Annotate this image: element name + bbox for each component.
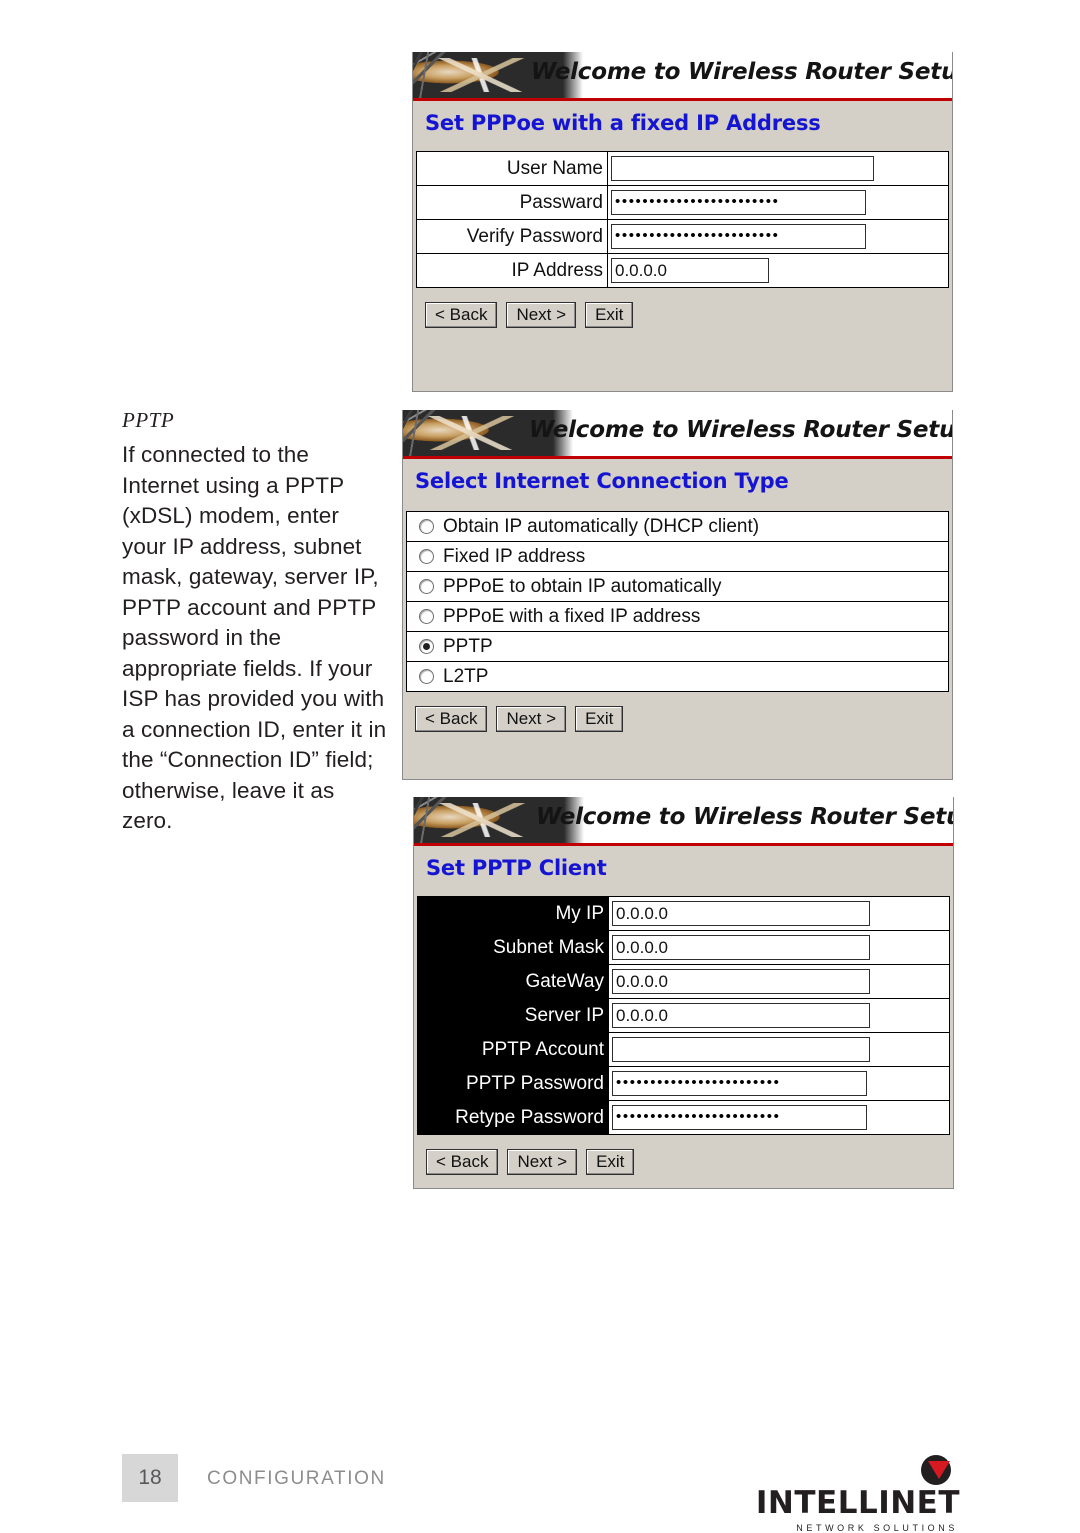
field-cell-user-name	[607, 151, 949, 186]
form-row: User Name	[416, 151, 949, 186]
radio-icon	[419, 579, 434, 594]
field-cell-my-ip: 0.0.0.0	[608, 896, 950, 931]
field-cell-ip-address: 0.0.0.0	[607, 253, 949, 288]
screenshot-set-pppoe-fixed-ip: Welcome to Wireless Router Setup Wizard …	[412, 52, 953, 392]
field-label-password: Passward	[416, 185, 608, 220]
server-ip-input[interactable]: 0.0.0.0	[612, 1003, 870, 1028]
wizard-subheading: Set PPTP Client	[414, 846, 953, 890]
field-cell-subnet-mask: 0.0.0.0	[608, 930, 950, 965]
section-paragraph: If connected to the Internet using a PPT…	[122, 442, 387, 833]
form-row: Passward ••••••••••••••••••••••••	[416, 185, 949, 220]
wizard-button-row: < Back Next > Exit	[414, 1149, 953, 1175]
wizard-button-row: < Back Next > Exit	[413, 302, 952, 328]
field-cell-gateway: 0.0.0.0	[608, 964, 950, 999]
footer-section-label: CONFIGURATION	[207, 1468, 386, 1489]
radio-icon	[419, 609, 434, 624]
field-label-subnet-mask: Subnet Mask	[417, 930, 609, 965]
radio-label: PPPoE to obtain IP automatically	[443, 575, 722, 597]
exit-button[interactable]: Exit	[585, 302, 634, 328]
radio-icon	[419, 549, 434, 564]
body-copy-column: PPTP If connected to the Internet using …	[122, 408, 387, 837]
pptp-password-input[interactable]: ••••••••••••••••••••••••	[612, 1071, 867, 1096]
form-row: GateWay 0.0.0.0	[417, 964, 950, 999]
field-cell-server-ip: 0.0.0.0	[608, 998, 950, 1033]
wizard-banner-title: Welcome to Wireless Router Setup Wizard	[529, 417, 952, 443]
wizard-banner: Welcome to Wireless Router Setup Wizard	[403, 410, 952, 459]
intellinet-logo: INTELLINET NETWORK SOLUTIONS	[728, 1455, 960, 1533]
wizard-banner-title: Welcome to Wireless Router Setup Wizard	[531, 59, 952, 85]
subnet-mask-input[interactable]: 0.0.0.0	[612, 935, 870, 960]
gateway-input[interactable]: 0.0.0.0	[612, 969, 870, 994]
field-label-gateway: GateWay	[417, 964, 609, 999]
field-label-pptp-account: PPTP Account	[417, 1032, 609, 1067]
password-input[interactable]: ••••••••••••••••••••••••	[611, 190, 866, 215]
field-label-my-ip: My IP	[417, 896, 609, 931]
logo-mark-icon	[921, 1455, 955, 1485]
radio-label: PPPoE with a fixed IP address	[443, 605, 701, 627]
field-label-server-ip: Server IP	[417, 998, 609, 1033]
retype-password-input[interactable]: ••••••••••••••••••••••••	[612, 1105, 867, 1130]
wizard-button-row: < Back Next > Exit	[403, 706, 952, 732]
radio-option-fixed-ip[interactable]: Fixed IP address	[407, 542, 948, 572]
screenshot-set-pptp-client: Welcome to Wireless Router Setup Wizard …	[413, 797, 954, 1189]
radio-option-pppoe-auto[interactable]: PPPoE to obtain IP automatically	[407, 572, 948, 602]
radio-icon	[419, 669, 434, 684]
radio-option-pptp[interactable]: PPTP	[407, 632, 948, 662]
screenshot-select-connection-type: Welcome to Wireless Router Setup Wizard …	[402, 410, 953, 780]
form-row: PPTP Password ••••••••••••••••••••••••	[417, 1066, 950, 1101]
field-cell-password: ••••••••••••••••••••••••	[607, 185, 949, 220]
exit-button[interactable]: Exit	[575, 706, 624, 732]
radio-icon	[419, 519, 434, 534]
radio-icon-selected	[419, 639, 434, 654]
radio-label: PPTP	[443, 635, 493, 657]
back-button[interactable]: < Back	[425, 302, 498, 328]
ip-address-input[interactable]: 0.0.0.0	[611, 258, 769, 283]
field-label-ip-address: IP Address	[416, 253, 608, 288]
radio-label: L2TP	[443, 665, 489, 687]
form-row: IP Address 0.0.0.0	[416, 253, 949, 288]
wizard-banner: Welcome to Wireless Router Setup Wizard	[413, 52, 952, 101]
radio-label: Obtain IP automatically (DHCP client)	[443, 515, 760, 537]
radio-label: Fixed IP address	[443, 545, 586, 567]
wizard-subheading: Select Internet Connection Type	[403, 459, 952, 503]
back-button[interactable]: < Back	[415, 706, 488, 732]
wizard-subheading: Set PPPoe with a fixed IP Address	[413, 101, 952, 145]
form-row: My IP 0.0.0.0	[417, 896, 950, 931]
pptp-account-input[interactable]	[612, 1037, 870, 1062]
form-row: Verify Password ••••••••••••••••••••••••	[416, 219, 949, 254]
field-cell-pptp-password: ••••••••••••••••••••••••	[608, 1066, 950, 1101]
pppoe-fixed-ip-form: User Name Passward •••••••••••••••••••••…	[416, 151, 949, 288]
field-cell-pptp-account	[608, 1032, 950, 1067]
field-label-user-name: User Name	[416, 151, 608, 186]
field-label-pptp-password: PPTP Password	[417, 1066, 609, 1101]
radio-option-dhcp[interactable]: Obtain IP automatically (DHCP client)	[407, 512, 948, 542]
back-button[interactable]: < Back	[426, 1149, 499, 1175]
my-ip-input[interactable]: 0.0.0.0	[612, 901, 870, 926]
next-button[interactable]: Next >	[507, 1149, 578, 1175]
page-number: 18	[122, 1454, 178, 1502]
field-cell-retype-password: ••••••••••••••••••••••••	[608, 1100, 950, 1135]
field-label-verify-password: Verify Password	[416, 219, 608, 254]
wizard-banner: Welcome to Wireless Router Setup Wizard	[414, 797, 953, 846]
section-title: PPTP	[122, 408, 175, 432]
pptp-client-form: My IP 0.0.0.0 Subnet Mask 0.0.0.0 GateWa…	[417, 896, 950, 1135]
form-row: PPTP Account	[417, 1032, 950, 1067]
form-row: Subnet Mask 0.0.0.0	[417, 930, 950, 965]
field-cell-verify-password: ••••••••••••••••••••••••	[607, 219, 949, 254]
connection-type-radio-list: Obtain IP automatically (DHCP client) Fi…	[406, 511, 949, 692]
form-row: Server IP 0.0.0.0	[417, 998, 950, 1033]
exit-button[interactable]: Exit	[586, 1149, 635, 1175]
user-name-input[interactable]	[611, 156, 874, 181]
logo-chevron	[928, 1461, 950, 1479]
radio-option-pppoe-fixed[interactable]: PPPoE with a fixed IP address	[407, 602, 948, 632]
logo-wordmark: INTELLINET	[755, 1485, 960, 1521]
verify-password-input[interactable]: ••••••••••••••••••••••••	[611, 224, 866, 249]
form-row: Retype Password ••••••••••••••••••••••••	[417, 1100, 950, 1135]
field-label-retype-password: Retype Password	[417, 1100, 609, 1135]
radio-option-l2tp[interactable]: L2TP	[407, 662, 948, 692]
next-button[interactable]: Next >	[506, 302, 577, 328]
wizard-banner-title: Welcome to Wireless Router Setup Wizard	[536, 804, 953, 830]
next-button[interactable]: Next >	[496, 706, 567, 732]
